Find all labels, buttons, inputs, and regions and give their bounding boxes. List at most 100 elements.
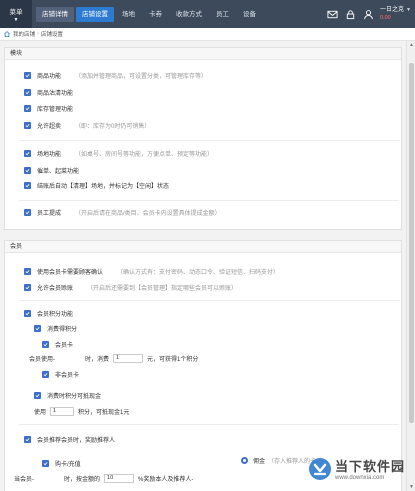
account-balance: 0.00 — [380, 15, 391, 21]
reward-percent-input[interactable]: 10 — [104, 473, 135, 483]
tab-devices[interactable]: 设备 — [237, 7, 262, 22]
checkbox-checked-icon[interactable] — [24, 121, 31, 129]
referral-rule-line: 当会员- 时，按金额的 10 %奖励本人及推荐人- — [14, 473, 193, 483]
option-label: 员工提成 — [37, 210, 62, 217]
option-label: 库存管理功能 — [37, 106, 74, 113]
option-label: 使用会员卡需要顾客确认 — [37, 269, 104, 276]
checkbox-checked-icon[interactable] — [34, 324, 41, 332]
user-icon[interactable] — [360, 0, 376, 28]
option-label: 允许超卖 — [37, 123, 62, 130]
checkbox-checked-icon[interactable] — [34, 391, 41, 399]
checkbox-checked-icon[interactable] — [24, 104, 31, 112]
tab-staff[interactable]: 员工 — [210, 7, 235, 22]
option-label: 商品沽清功能 — [37, 90, 74, 97]
checkbox-checked-icon[interactable] — [24, 435, 31, 443]
module-option-auto-clear[interactable]: 结账后自动【清理】场地，并标记为【空闲】状态 — [24, 180, 169, 190]
member-option-credit[interactable]: 允许会员赊账 （开启后还需要到【会员管理】指定哪些会员可以赊账） — [24, 282, 237, 292]
module-option-inventory[interactable]: 库存管理功能 — [24, 103, 73, 113]
option-label: 购卡/充值 — [55, 461, 81, 468]
checkbox-checked-icon[interactable] — [24, 267, 31, 275]
module-option-oversell[interactable]: 允许超卖 （即：库存为0时仍可销售） — [24, 120, 150, 130]
option-hint: （添加并管理商品，可设置分类，可管理库存等） — [75, 73, 208, 80]
checkbox-checked-icon[interactable] — [24, 283, 31, 291]
option-label: 场地功能 — [37, 151, 62, 158]
main-nav: 店铺详情 店铺设置 场地 卡券 收款方式 员工 设备 — [36, 0, 264, 28]
module-option-sold-out[interactable]: 商品沽清功能 — [24, 87, 73, 97]
checkbox-checked-icon[interactable] — [42, 340, 49, 348]
module-option-venue[interactable]: 场地功能 （如桌号、房间号等功能，方便点单、预定等功能） — [24, 148, 213, 158]
member-option-referral[interactable]: 会员推荐会员时，奖励推荐人 — [24, 434, 115, 444]
member-option-earn-points[interactable]: 消费得积分 — [34, 323, 77, 333]
rule-text: 当会员- — [14, 476, 34, 483]
option-label: 催单、起菜功能 — [37, 168, 80, 175]
tab-shop-details[interactable]: 店铺详情 — [36, 6, 74, 22]
scrollbar-thumb[interactable] — [409, 63, 414, 423]
checkbox-checked-icon[interactable] — [24, 88, 31, 96]
option-hint: （如桌号、房间号等功能，方便点单、预定等功能） — [75, 151, 214, 158]
member-option-noncard[interactable]: 非会员卡 — [42, 369, 79, 379]
module-option-rush-order[interactable]: 催单、起菜功能 — [24, 165, 79, 175]
option-label: 允许会员赊账 — [37, 285, 74, 292]
member-option-buy-card[interactable]: 购卡/充值 — [42, 458, 81, 468]
scroll-up-icon[interactable]: ▲ — [408, 42, 415, 48]
tab-shop-settings[interactable]: 店铺设置 — [76, 6, 114, 22]
rule-text: 积分，可抵现金1元 — [78, 409, 130, 416]
tab-venue[interactable]: 场地 — [116, 7, 141, 22]
tab-payment-methods[interactable]: 收款方式 — [170, 7, 208, 22]
rule-text: 时，按金额的 — [64, 476, 101, 483]
option-hint: （即：库存为0时仍可销售） — [75, 123, 151, 130]
member-option-confirm[interactable]: 使用会员卡需要顾客确认 （确认方式有：支付密码、动态口令、验证短信、扫码支付） — [24, 266, 279, 276]
checkbox-checked-icon[interactable] — [24, 71, 31, 79]
option-hint: （开启后还需要到【会员管理】指定哪些会员可以赊账） — [87, 285, 238, 292]
redeem-points-input[interactable]: 1 — [50, 406, 75, 416]
module-option-products[interactable]: 商品功能 （添加并管理商品，可设置分类，可管理库存等） — [24, 70, 207, 80]
divider — [19, 424, 399, 425]
top-navigation-bar: 菜单 ▼ 店铺详情 店铺设置 场地 卡券 收款方式 员工 设备 一日之克 ▼ 0.… — [0, 0, 415, 28]
mail-icon[interactable] — [324, 0, 340, 28]
watermark: 当下软件园 www.downxia.com — [308, 456, 405, 481]
option-label: 非会员卡 — [55, 372, 80, 379]
checkbox-checked-icon[interactable] — [24, 208, 31, 216]
member-panel: 会员 使用会员卡需要顾客确认 （确认方式有：支付密码、动态口令、验证短信、扫码支… — [4, 240, 402, 491]
rule-text: 时，消费 — [85, 356, 110, 363]
chevron-down-icon: ▼ — [13, 16, 19, 23]
option-hint: （开启后请在商品/类目、会员卡内设置具体提成金额） — [75, 210, 221, 217]
vertical-scrollbar[interactable]: ▲ ▼ — [406, 41, 415, 491]
radio-selected-icon[interactable] — [241, 456, 248, 464]
option-label: 佣金 — [253, 458, 266, 465]
watermark-name: 当下软件园 — [334, 459, 405, 474]
divider — [19, 200, 399, 201]
breadcrumb: 我的店铺 › 店铺设置 — [0, 28, 415, 41]
user-account[interactable]: 一日之克 ▼ 0.00 — [380, 6, 411, 22]
module-panel: 模块 商品功能 （添加并管理商品，可设置分类，可管理库存等） 商品沽清功能 库存… — [4, 47, 402, 230]
breadcrumb-home[interactable]: 我的店铺 — [13, 30, 35, 38]
member-option-redeem[interactable]: 消费时积分可抵现金 — [34, 390, 101, 400]
checkbox-checked-icon[interactable] — [24, 309, 31, 317]
tab-coupons[interactable]: 卡券 — [143, 7, 168, 22]
rule-text: 使用 — [34, 409, 47, 416]
member-option-card[interactable]: 会员卡 — [42, 339, 73, 349]
option-label: 会员积分功能 — [37, 311, 74, 318]
breadcrumb-current: 店铺设置 — [40, 32, 63, 38]
checkbox-checked-icon[interactable] — [42, 459, 49, 467]
points-rule-line: 会员使用- 时，消费 1 元，可获得1个积分 — [29, 353, 198, 363]
checkbox-checked-icon[interactable] — [24, 149, 31, 157]
member-option-points[interactable]: 会员积分功能 — [24, 308, 73, 318]
chevron-down-icon: ▼ — [406, 7, 411, 13]
user-name: 一日之克 — [380, 7, 405, 13]
module-panel-title: 模块 — [5, 48, 401, 60]
menu-button[interactable]: 菜单 ▼ — [0, 0, 32, 28]
checkbox-checked-icon[interactable] — [24, 166, 31, 174]
module-option-commission[interactable]: 员工提成 （开启后请在商品/类目、会员卡内设置具体提成金额） — [24, 207, 221, 217]
scroll-down-icon[interactable]: ▼ — [408, 484, 415, 490]
checkbox-checked-icon[interactable] — [42, 370, 49, 378]
checkbox-checked-icon[interactable] — [24, 181, 31, 189]
rule-text: 会员使用- — [29, 356, 55, 363]
rule-text: %奖励本人及推荐人- — [138, 476, 194, 483]
redeem-rule-line: 使用 1 积分，可抵现金1元 — [34, 406, 129, 416]
lock-icon[interactable] — [342, 0, 358, 28]
option-label: 消费时积分可抵现金 — [47, 393, 102, 400]
top-icon-group: 一日之克 ▼ 0.00 — [324, 0, 415, 28]
option-label: 会员推荐会员时，奖励推荐人 — [37, 437, 116, 444]
points-amount-input[interactable]: 1 — [113, 353, 144, 363]
